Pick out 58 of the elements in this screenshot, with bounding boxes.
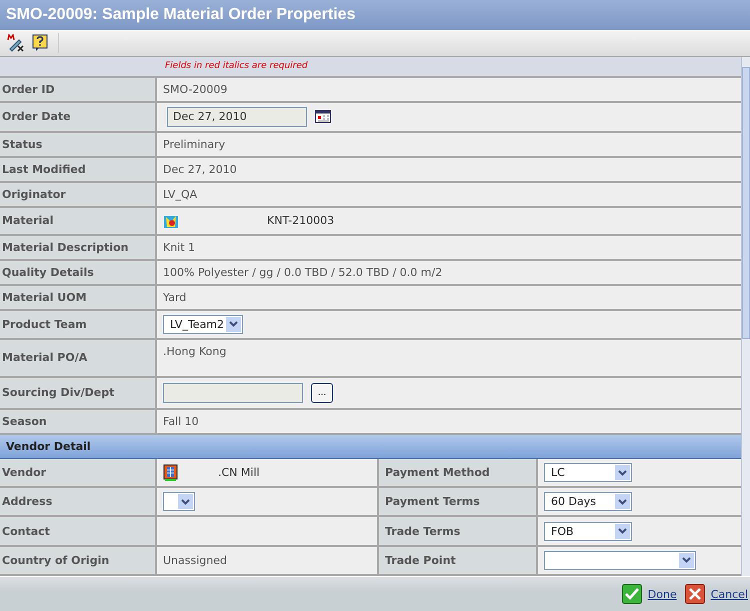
close-icon[interactable] (684, 584, 705, 604)
field-value: .Hong Kong (163, 344, 226, 358)
field-label: Payment Terms (385, 495, 480, 508)
field-label: Sourcing Div/Dept (2, 386, 114, 400)
scrollbar[interactable] (741, 57, 750, 576)
dropdown[interactable]: LV_Team2 (163, 314, 244, 334)
field-label: Trade Point (385, 554, 456, 567)
vendor-name: .CN Mill (218, 466, 260, 480)
field-value: Knit 1 (163, 240, 196, 254)
cancel-link[interactable]: Cancel (684, 584, 748, 604)
field-value: LV_QA (163, 188, 198, 201)
dropdown[interactable]: 60 Days (544, 492, 632, 512)
field-label: Quality Details (2, 266, 94, 279)
done-link[interactable]: Done (622, 584, 677, 604)
field-label: Order ID (2, 82, 55, 96)
field-label: Status (2, 138, 42, 151)
field-value: Preliminary (163, 138, 226, 151)
field-label: Product Team (2, 318, 87, 331)
field-label: Country of Origin (2, 554, 110, 567)
section-header: Vendor Detail (0, 434, 741, 459)
field-label: Season (2, 414, 47, 428)
chevron-down-icon[interactable] (615, 465, 630, 480)
field-label: Vendor (2, 466, 46, 480)
field-value: SMO-20009 (163, 82, 228, 96)
window-title: SMO-20009: Sample Material Order Properties (6, 6, 356, 24)
field-value: Unassigned (163, 554, 227, 567)
chevron-down-icon[interactable] (226, 316, 242, 332)
building-icon[interactable] (163, 464, 178, 482)
field-label: Material Description (2, 240, 128, 254)
dropdown[interactable]: LC (544, 463, 632, 482)
chevron-down-icon[interactable] (615, 524, 630, 539)
chevron-down-icon[interactable] (178, 494, 193, 510)
required-note: Fields in red italics are required (165, 61, 308, 72)
help-icon[interactable] (30, 33, 59, 53)
field-value: Fall 10 (163, 414, 199, 428)
field-label: Material PO/A (2, 351, 88, 364)
field-label: Originator (2, 188, 66, 201)
input-field[interactable] (163, 382, 303, 403)
field-label: Trade Terms (385, 524, 460, 538)
field-label: Address (2, 495, 52, 508)
field-value: Yard (163, 290, 186, 304)
field-label: Payment Method (385, 466, 490, 480)
chevron-down-icon[interactable] (679, 552, 694, 568)
check-icon[interactable] (622, 584, 642, 604)
calendar-icon[interactable] (315, 110, 331, 124)
field-label: Material UOM (2, 290, 87, 304)
field-value: Dec 27, 2010 (163, 162, 237, 176)
dropdown[interactable] (163, 492, 195, 512)
field-label: Last Modified (2, 162, 86, 176)
date-field[interactable]: Dec 27, 2010 (167, 106, 307, 127)
field-label: Contact (2, 524, 50, 538)
field-label: Material (2, 214, 54, 228)
dropdown[interactable]: FOB (544, 522, 632, 541)
chevron-down-icon[interactable] (615, 494, 630, 510)
material-code: KNT-210003 (267, 214, 334, 228)
field-value: 100% Polyester / gg / 0.0 TBD / 52.0 TBD / 0.0 m/2 (163, 266, 442, 279)
browse-button[interactable]: ... (311, 382, 333, 403)
field-label: Order Date (2, 110, 71, 124)
